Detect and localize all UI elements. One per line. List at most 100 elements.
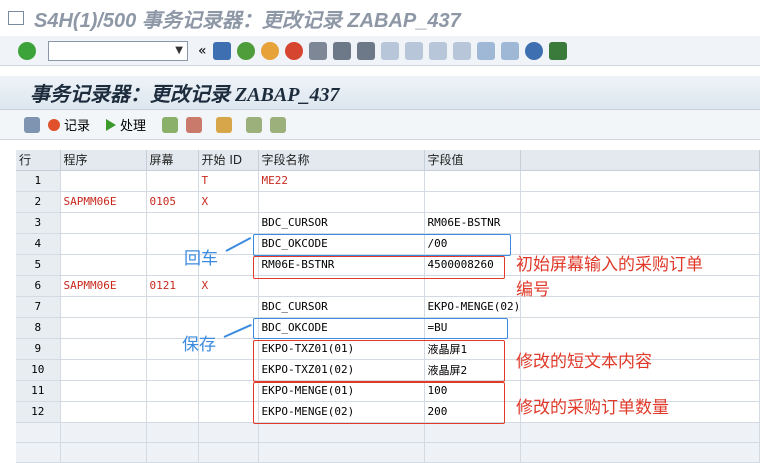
table-cell: 1 [16, 170, 61, 192]
table-cell[interactable]: 0105 [146, 191, 199, 213]
shortcut-icon[interactable] [500, 41, 519, 60]
print-icon[interactable] [308, 41, 327, 60]
table-cell[interactable] [146, 380, 199, 402]
edit-pen-icon[interactable] [24, 116, 40, 133]
table-cell[interactable]: T [198, 170, 259, 192]
table-cell[interactable] [258, 191, 425, 213]
table-cell[interactable] [198, 212, 259, 234]
enter-check-icon[interactable] [18, 41, 36, 60]
table-row[interactable]: 1 T ME22 [16, 170, 760, 192]
table-cell[interactable] [146, 170, 199, 192]
table-cell[interactable] [60, 170, 147, 192]
cancel-icon[interactable] [284, 41, 303, 60]
column-header[interactable]: 屏幕 [146, 150, 199, 171]
annotation-short-text: 修改的短文本内容 [516, 352, 652, 372]
table-cell[interactable]: X [198, 191, 259, 213]
insert-row-icon[interactable] [162, 116, 179, 133]
find-icon[interactable] [332, 41, 351, 60]
delete-row-icon[interactable] [186, 116, 203, 133]
annotation-initial-2: 编号 [516, 280, 550, 300]
application-toolbar: 记录 处理 [0, 110, 760, 140]
layout-icon[interactable] [548, 41, 567, 60]
ok-code-box-2 [253, 318, 508, 339]
table-cell[interactable]: EKPO-MENGE(02) [424, 296, 522, 318]
table-cell[interactable] [198, 401, 259, 423]
process-button[interactable]: 处理 [106, 115, 146, 134]
annotation-initial: 初始屏幕输入的采购订单 [516, 255, 703, 275]
column-header[interactable]: 开始 ID [198, 150, 259, 171]
collapse-icon[interactable]: « [198, 43, 207, 59]
find-next-icon[interactable] [356, 41, 375, 60]
table-cell[interactable]: BDC_CURSOR [258, 296, 425, 318]
help-icon[interactable] [524, 41, 543, 60]
empty-cell [146, 422, 199, 443]
table-cell[interactable] [60, 338, 147, 360]
save-icon[interactable] [212, 41, 231, 60]
back-icon[interactable] [236, 41, 255, 60]
table-cell[interactable]: BDC_CURSOR [258, 212, 425, 234]
first-page-icon[interactable] [380, 41, 399, 60]
column-header[interactable]: 字段名称 [258, 150, 425, 171]
column-header[interactable]: 字段值 [424, 150, 522, 171]
table-cell[interactable] [60, 317, 147, 339]
table-row[interactable]: 7 BDC_CURSOR EKPO-MENGE(02) [16, 296, 760, 318]
page-title: 事务记录器：更改记录 ZABAP_437 [30, 84, 340, 106]
table-cell[interactable]: RM06E-BSTNR [424, 212, 522, 234]
window-title: S4H(1)/500 事务记录器：更改记录 ZABAP_437 [34, 9, 461, 32]
table-row[interactable]: 2 SAPMM06E 0105 X [16, 191, 760, 213]
command-field[interactable]: ▼ [48, 40, 188, 61]
table-cell[interactable] [60, 254, 147, 276]
record-label: 记录 [64, 119, 91, 134]
table-cell[interactable] [146, 359, 199, 381]
po-number-box [253, 256, 505, 279]
table-cell: 8 [16, 317, 61, 339]
table-cell: 9 [16, 338, 61, 360]
copy-icon[interactable] [246, 116, 263, 133]
page-title-bar: 事务记录器：更改记录 ZABAP_437 [0, 76, 760, 110]
table-cell[interactable]: SAPMM06E [60, 275, 147, 297]
table-cell[interactable] [60, 296, 147, 318]
table-cell[interactable] [424, 170, 522, 192]
empty-cell [198, 422, 259, 443]
table-cell[interactable] [60, 212, 147, 234]
column-header-filler [520, 150, 760, 171]
column-header[interactable]: 行 [16, 150, 61, 171]
column-header[interactable]: 程序 [60, 150, 147, 171]
next-page-icon[interactable] [428, 41, 447, 60]
table-cell[interactable] [198, 380, 259, 402]
annotation-save: 保存 [182, 335, 216, 355]
empty-cell [16, 442, 61, 463]
table-cell[interactable] [198, 296, 259, 318]
paste-icon[interactable] [270, 116, 287, 133]
annotation-enter: 回车 [184, 249, 218, 269]
chevron-down-icon[interactable]: ▼ [175, 45, 183, 56]
last-page-icon[interactable] [452, 41, 471, 60]
record-icon [48, 118, 60, 131]
filler-cell [520, 191, 760, 213]
table-cell[interactable] [146, 401, 199, 423]
exit-icon[interactable] [260, 41, 279, 60]
empty-cell [60, 442, 147, 463]
table-cell[interactable]: 0121 [146, 275, 199, 297]
table-cell: 7 [16, 296, 61, 318]
table-cell[interactable] [424, 191, 522, 213]
table-cell[interactable] [60, 233, 147, 255]
table-cell[interactable] [198, 359, 259, 381]
empty-cell [258, 422, 425, 443]
transaction-icon[interactable] [216, 116, 233, 133]
table-cell[interactable]: SAPMM06E [60, 191, 147, 213]
table-cell[interactable] [60, 380, 147, 402]
table-cell: 6 [16, 275, 61, 297]
prev-page-icon[interactable] [404, 41, 423, 60]
table-cell[interactable] [146, 212, 199, 234]
table-row[interactable]: 3 BDC_CURSOR RM06E-BSTNR [16, 212, 760, 234]
table-cell[interactable] [60, 359, 147, 381]
table-cell[interactable]: ME22 [258, 170, 425, 192]
table-cell[interactable] [60, 401, 147, 423]
table-cell[interactable] [146, 296, 199, 318]
empty-row [16, 442, 760, 463]
table-cell: 2 [16, 191, 61, 213]
table-cell[interactable]: X [198, 275, 259, 297]
new-session-icon[interactable] [476, 41, 495, 60]
record-button[interactable]: 记录 [48, 115, 90, 134]
